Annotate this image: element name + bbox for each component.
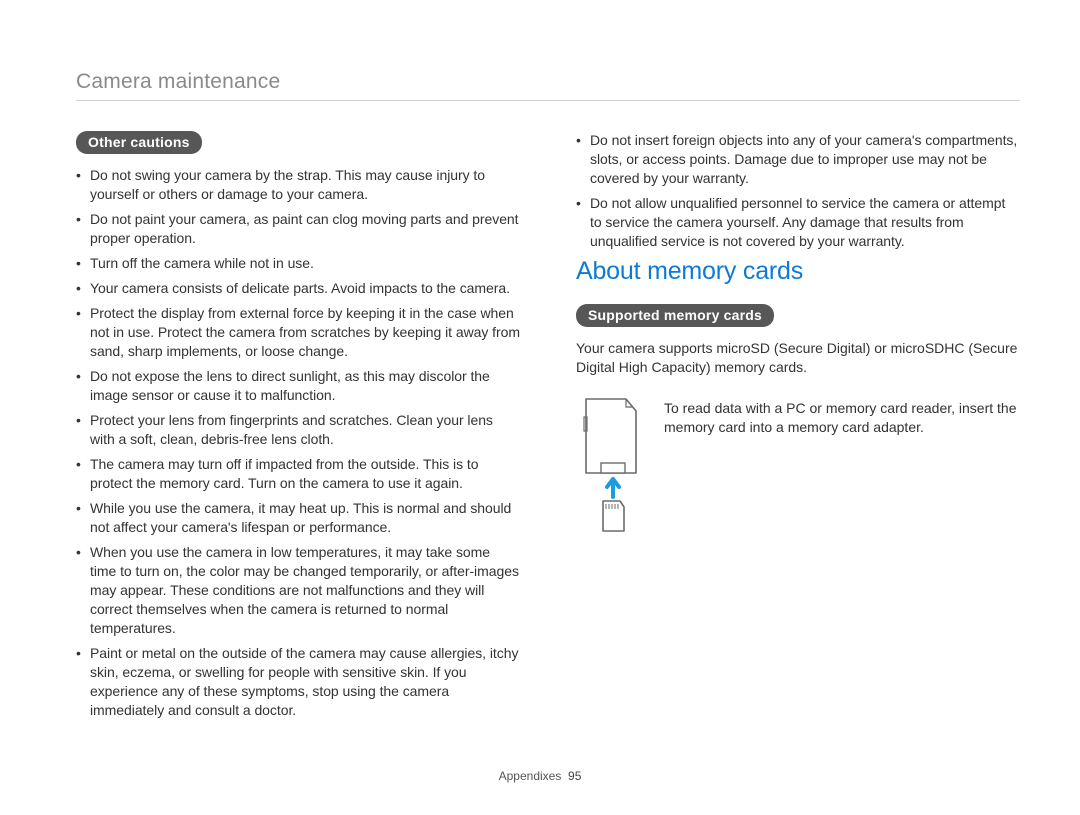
supported-memory-cards-pill: Supported memory cards <box>576 304 774 327</box>
list-item: Protect the display from external force … <box>76 304 520 361</box>
manual-page: Camera maintenance Other cautions Do not… <box>0 0 1080 815</box>
list-item: Do not swing your camera by the strap. T… <box>76 166 520 204</box>
section-title: Camera maintenance <box>76 70 1020 101</box>
supported-cards-text: Your camera supports microSD (Secure Dig… <box>576 339 1020 377</box>
list-item: Turn off the camera while not in use. <box>76 254 520 273</box>
list-item: While you use the camera, it may heat up… <box>76 499 520 537</box>
adapter-note-text: To read data with a PC or memory card re… <box>664 397 1020 437</box>
page-number: 95 <box>568 769 581 783</box>
page-footer: Appendixes 95 <box>0 769 1080 783</box>
adapter-row: To read data with a PC or memory card re… <box>576 397 1020 542</box>
footer-label: Appendixes <box>499 769 562 783</box>
left-column: Other cautions Do not swing your camera … <box>76 131 520 726</box>
list-item: Do not expose the lens to direct sunligh… <box>76 367 520 405</box>
list-item: Paint or metal on the outside of the cam… <box>76 644 520 720</box>
sd-adapter-icon <box>576 397 646 542</box>
right-column: Do not insert foreign objects into any o… <box>576 131 1020 726</box>
list-item: Do not allow unqualified personnel to se… <box>576 194 1020 251</box>
list-item: The camera may turn off if impacted from… <box>76 455 520 493</box>
warranty-cautions-list: Do not insert foreign objects into any o… <box>576 131 1020 251</box>
list-item: Protect your lens from fingerprints and … <box>76 411 520 449</box>
list-item: Do not paint your camera, as paint can c… <box>76 210 520 248</box>
two-column-layout: Other cautions Do not swing your camera … <box>76 131 1020 726</box>
other-cautions-pill: Other cautions <box>76 131 202 154</box>
other-cautions-list: Do not swing your camera by the strap. T… <box>76 166 520 720</box>
list-item: When you use the camera in low temperatu… <box>76 543 520 638</box>
about-memory-cards-heading: About memory cards <box>576 257 1020 286</box>
list-item: Your camera consists of delicate parts. … <box>76 279 520 298</box>
list-item: Do not insert foreign objects into any o… <box>576 131 1020 188</box>
